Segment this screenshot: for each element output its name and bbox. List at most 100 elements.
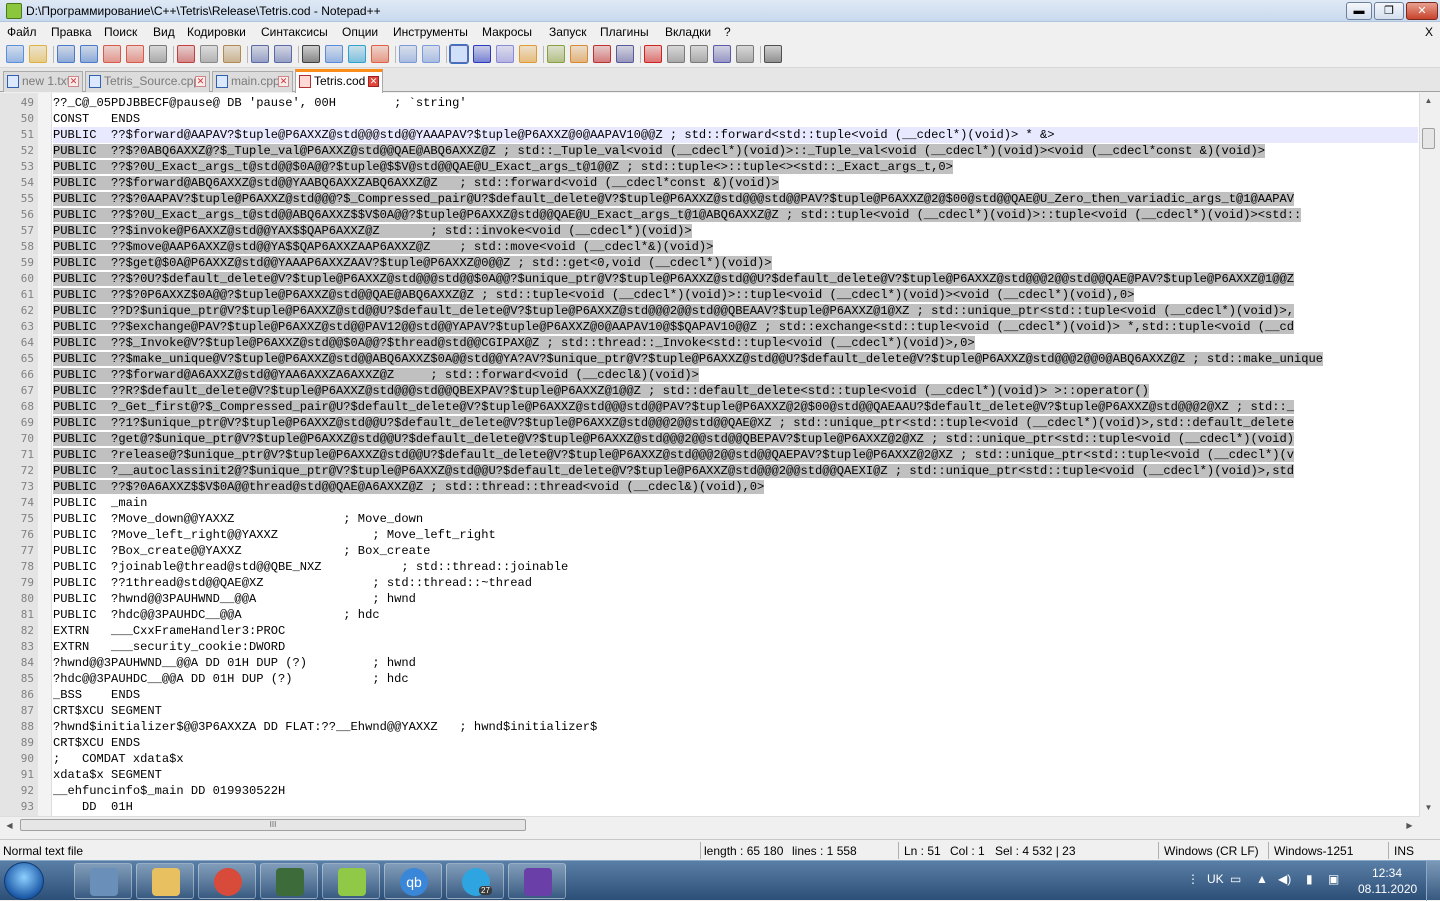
open-file-icon[interactable] — [29, 45, 47, 63]
zoom-in-icon[interactable] — [348, 45, 366, 63]
code-line[interactable]: PUBLIC ??1?$unique_ptr@V?$tuple@P6AXXZ@s… — [53, 415, 1295, 431]
redo-icon[interactable] — [274, 45, 292, 63]
clock-time[interactable]: 12:34 — [1372, 866, 1402, 880]
new-file-icon[interactable] — [6, 45, 24, 63]
code-line[interactable]: PUBLIC ?Move_down@@YAXXZ ; Move_down — [53, 511, 423, 527]
start-button[interactable] — [4, 862, 44, 900]
code-line[interactable]: ?hwnd$initializer$@@3P6AXXZA DD FLAT:??_… — [53, 719, 597, 735]
code-line[interactable]: PUBLIC ?get@?$unique_ptr@V?$tuple@P6AXXZ… — [53, 431, 1295, 447]
code-line[interactable]: PUBLIC ??R?$default_delete@V?$tuple@P6AX… — [53, 383, 1149, 399]
code-line[interactable]: __ehfuncinfo$_main DD 019930522H — [53, 783, 285, 799]
code-line[interactable]: _BSS ENDS — [53, 687, 140, 703]
save-macro-icon[interactable] — [736, 45, 754, 63]
scroll-down-icon[interactable]: ▼ — [1420, 800, 1437, 815]
fold-margin[interactable] — [38, 93, 52, 816]
code-line[interactable]: DD 01H — [53, 799, 133, 815]
close-icon[interactable] — [103, 45, 121, 63]
code-line[interactable]: EXTRN ___CxxFrameHandler3:PROC — [53, 623, 285, 639]
hex-icon[interactable] — [764, 45, 782, 63]
code-line[interactable]: PUBLIC ??$?0U?$default_delete@V?$tuple@P… — [53, 271, 1295, 287]
code-line[interactable]: PUBLIC ?_Get_first@?$_Compressed_pair@U?… — [53, 399, 1295, 415]
code-line[interactable]: PUBLIC _main — [53, 495, 147, 511]
show-hidden-icons-icon[interactable]: ▲ — [1256, 872, 1268, 886]
code-line[interactable]: PUBLIC ??1thread@std@@QAE@XZ ; std::thre… — [53, 575, 532, 591]
taskbar-explorer[interactable] — [136, 863, 194, 899]
code-line[interactable]: PUBLIC ??$exchange@PAV?$tuple@P6AXXZ@std… — [53, 319, 1295, 335]
code-line[interactable]: PUBLIC ??$move@AAP6AXXZ@std@@YA$$QAP6AXX… — [53, 239, 714, 255]
status-encoding[interactable]: Windows-1251 — [1274, 844, 1353, 858]
close-all-icon[interactable] — [126, 45, 144, 63]
menu-search[interactable]: Поиск — [104, 25, 137, 39]
code-line[interactable]: PUBLIC ??$_Invoke@V?$tuple@P6AXXZ@std@@$… — [53, 335, 975, 351]
code-line[interactable]: PUBLIC ??$?0U_Exact_args_t@std@@$0A@@?$t… — [53, 159, 953, 175]
eye-icon[interactable] — [616, 45, 634, 63]
menu-settings[interactable]: Опции — [342, 25, 378, 39]
code-line[interactable]: PUBLIC ??$forward@A6AXXZ@std@@YAA6AXXZA6… — [53, 367, 699, 383]
taskbar-visual-studio[interactable] — [508, 863, 566, 899]
menu-view[interactable]: Вид — [153, 25, 175, 39]
paste-icon[interactable] — [223, 45, 241, 63]
action-center-icon[interactable]: ▣ — [1328, 872, 1339, 886]
code-line[interactable]: CRT$XCU ENDS — [53, 735, 140, 751]
find-icon[interactable] — [302, 45, 320, 63]
cut-icon[interactable] — [177, 45, 195, 63]
sync-horizontal-icon[interactable] — [422, 45, 440, 63]
print-icon[interactable] — [149, 45, 167, 63]
tab-close-icon[interactable]: ✕ — [368, 76, 379, 87]
code-line[interactable]: PUBLIC ??$?0U_Exact_args_t@std@@ABQ6AXXZ… — [53, 207, 1302, 223]
show-desktop-button[interactable] — [1426, 861, 1440, 901]
code-line[interactable]: CONST ENDS — [53, 111, 140, 127]
menu-window[interactable]: Вкладки — [665, 25, 711, 39]
code-line[interactable]: PUBLIC ?release@?$unique_ptr@V?$tuple@P6… — [53, 447, 1295, 463]
code-line[interactable]: ??_C@_05PDJBBECF@pause@ DB 'pause', 00H … — [53, 95, 467, 111]
horizontal-scroll-thumb[interactable]: III — [20, 819, 526, 831]
horizontal-scrollbar[interactable]: ◀ III ▶ — [0, 816, 1420, 833]
vertical-scrollbar[interactable]: ▲ ▼ — [1419, 93, 1436, 816]
taskbar-notepadpp[interactable] — [322, 863, 380, 899]
function-list-icon[interactable] — [547, 45, 565, 63]
taskbar-telegram[interactable]: 27 — [446, 863, 504, 899]
scroll-left-icon[interactable]: ◀ — [2, 817, 17, 834]
tab-main-cpp[interactable]: main.cpp ✕ — [212, 71, 293, 92]
tab-close-icon[interactable]: ✕ — [68, 76, 79, 87]
scroll-up-icon[interactable]: ▲ — [1420, 93, 1437, 108]
code-line[interactable]: CRT$XCU SEGMENT — [53, 703, 162, 719]
code-line[interactable]: ; COMDAT xdata$x — [53, 751, 184, 767]
code-line[interactable]: PUBLIC ??$forward@ABQ6AXXZ@std@@YAABQ6AX… — [53, 175, 779, 191]
keyboard-icon[interactable]: ▭ — [1230, 872, 1241, 886]
vertical-scroll-thumb[interactable] — [1422, 128, 1435, 149]
tab-tetris-source[interactable]: Tetris_Source.cpp ✕ — [85, 71, 210, 92]
code-editor[interactable]: 49 50 51 52 53 54 55 56 57 58 59 60 61 62 63 64 65 66 67 68… — [0, 93, 1436, 816]
menu-run[interactable]: Запуск — [549, 25, 587, 39]
close-window-button[interactable]: ✕ — [1406, 2, 1438, 20]
tab-tetris-cod[interactable]: Tetris.cod ✕ — [295, 69, 383, 93]
menu-help[interactable]: ? — [724, 25, 731, 39]
status-ins[interactable]: INS — [1394, 844, 1414, 858]
close-document-button[interactable]: X — [1425, 25, 1433, 39]
code-line[interactable]: PUBLIC ??$?0A6AXXZ$$V$0A@@thread@std@@QA… — [53, 479, 765, 495]
word-wrap-icon[interactable] — [449, 44, 469, 64]
code-line[interactable]: xdata$x SEGMENT — [53, 767, 162, 783]
code-line[interactable]: PUBLIC ?joinable@thread@std@@QBE_NXZ ; s… — [53, 559, 568, 575]
stop-macro-icon[interactable] — [667, 45, 685, 63]
tab-close-icon[interactable]: ✕ — [278, 76, 289, 87]
code-line[interactable]: PUBLIC ?Box_create@@YAXXZ ; Box_create — [53, 543, 430, 559]
menu-language[interactable]: Синтаксисы — [261, 25, 328, 39]
code-line[interactable]: ?hdc@@3PAUHDC__@@A DD 01H DUP (?) ; hdc — [53, 671, 409, 687]
code-line[interactable]: PUBLIC ?hwnd@@3PAUHWND__@@A ; hwnd — [53, 591, 416, 607]
code-line[interactable]: PUBLIC ??$?0ABQ6AXXZ@?$_Tuple_val@P6AXXZ… — [53, 143, 1265, 159]
replace-icon[interactable] — [325, 45, 343, 63]
taskbar-terminal[interactable] — [260, 863, 318, 899]
menu-tools[interactable]: Инструменты — [393, 25, 468, 39]
code-line[interactable]: PUBLIC ??$forward@AAPAV?$tuple@P6AXXZ@st… — [53, 127, 1055, 143]
indent-guide-icon[interactable] — [496, 45, 514, 63]
scroll-right-icon[interactable]: ▶ — [1402, 817, 1417, 834]
menu-encoding[interactable]: Кодировки — [187, 25, 246, 39]
menu-file[interactable]: Файл — [7, 25, 37, 39]
sync-vertical-icon[interactable] — [399, 45, 417, 63]
code-line[interactable]: PUBLIC ?hdc@@3PAUHDC__@@A ; hdc — [53, 607, 380, 623]
taskbar-qbittorrent[interactable]: qb — [384, 863, 442, 899]
play-macro-icon[interactable] — [690, 45, 708, 63]
save-all-icon[interactable] — [80, 45, 98, 63]
clock-date[interactable]: 08.11.2020 — [1358, 882, 1417, 896]
